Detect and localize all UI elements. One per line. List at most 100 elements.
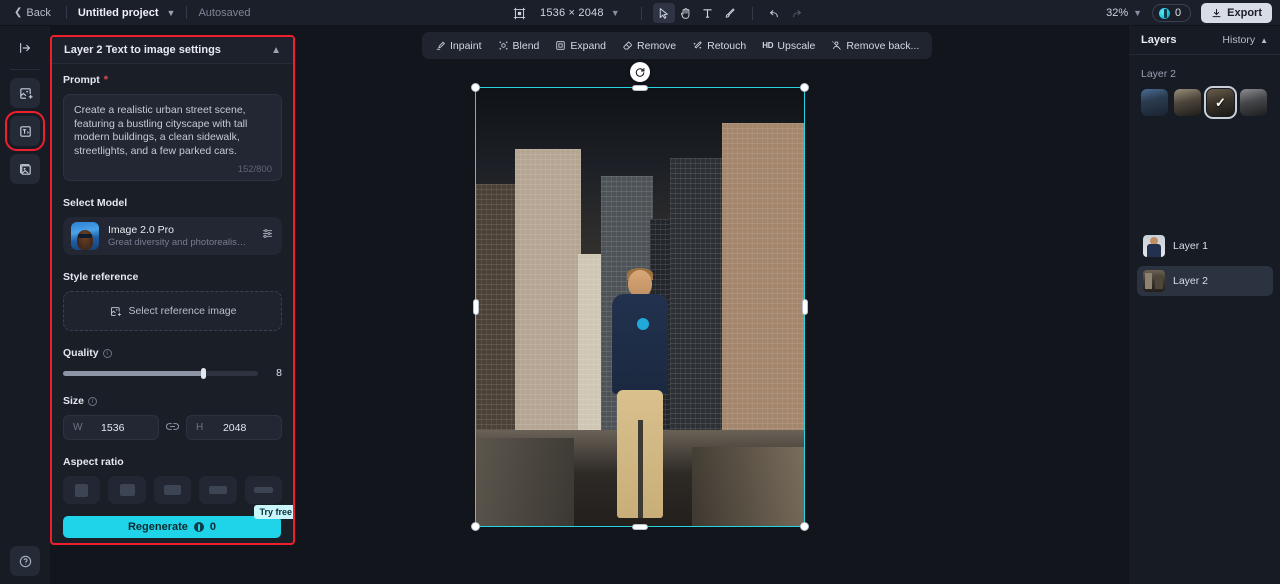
person-subject bbox=[606, 268, 674, 520]
top-bar-center: 1536 × 2048 ▼ bbox=[508, 0, 808, 26]
aspect-ratio-option-3-4[interactable] bbox=[153, 476, 192, 504]
layers-panel-header: Layers History ▲ bbox=[1129, 26, 1280, 55]
help-icon[interactable] bbox=[10, 546, 40, 576]
quality-value: 8 bbox=[276, 367, 282, 379]
aspect-ratio-option-16-9[interactable] bbox=[244, 476, 283, 504]
layer-thumbnail bbox=[1143, 270, 1165, 292]
regenerate-button[interactable]: Regenerate 0 bbox=[63, 516, 281, 538]
remove-background-button[interactable]: Remove back... bbox=[824, 36, 926, 56]
quality-slider[interactable] bbox=[63, 367, 258, 379]
redo-icon[interactable] bbox=[786, 3, 808, 23]
credits-badge[interactable]: 0 bbox=[1152, 4, 1192, 22]
retouch-label: Retouch bbox=[707, 39, 747, 52]
chevron-down-icon: ▼ bbox=[1133, 8, 1143, 18]
prompt-text: Create a realistic urban street scene, f… bbox=[74, 104, 248, 157]
blend-label: Blend bbox=[512, 39, 540, 52]
resize-handle-top-right[interactable] bbox=[800, 83, 809, 92]
blend-button[interactable]: Blend bbox=[491, 36, 547, 56]
image-upload-tool[interactable] bbox=[10, 78, 40, 108]
remove-label: Remove bbox=[637, 39, 677, 52]
image-to-image-tool[interactable] bbox=[10, 154, 40, 184]
back-label: Back bbox=[26, 6, 51, 19]
retouch-button[interactable]: Retouch bbox=[685, 36, 753, 56]
chevron-up-icon[interactable]: ▲ bbox=[271, 45, 281, 56]
export-label: Export bbox=[1227, 7, 1262, 19]
person-torso bbox=[612, 294, 668, 394]
info-icon[interactable]: i bbox=[88, 396, 98, 406]
resize-handle-top[interactable] bbox=[632, 84, 648, 91]
divider bbox=[751, 6, 753, 20]
inpaint-label: Inpaint bbox=[450, 39, 482, 52]
history-thumb-1[interactable] bbox=[1141, 89, 1168, 116]
export-button[interactable]: Export bbox=[1201, 3, 1272, 23]
layers-panel-title: Layers bbox=[1141, 34, 1177, 46]
settings-panel-body: Prompt * Create a realistic urban street… bbox=[52, 64, 293, 543]
model-description: Great diversity and photorealism. Of... bbox=[108, 237, 252, 248]
height-input[interactable]: H 2048 bbox=[186, 415, 282, 440]
resize-handle-bottom-left[interactable] bbox=[471, 522, 480, 531]
magic-wand-icon bbox=[693, 41, 702, 49]
project-name[interactable]: Untitled project bbox=[78, 7, 159, 19]
quality-slider-row: 8 bbox=[63, 367, 282, 379]
history-thumb-4[interactable] bbox=[1240, 89, 1267, 116]
style-reference-label: Style reference bbox=[63, 271, 139, 283]
height-value: 2048 bbox=[222, 421, 247, 434]
left-tool-rail bbox=[0, 26, 50, 584]
hand-tool[interactable] bbox=[675, 3, 697, 23]
divider bbox=[640, 6, 642, 20]
back-button[interactable]: ❮ Back bbox=[10, 5, 55, 21]
layer-row-1[interactable]: Layer 1 bbox=[1137, 231, 1273, 261]
undo-icon[interactable] bbox=[764, 3, 786, 23]
model-meta: Image 2.0 Pro Great diversity and photor… bbox=[108, 224, 252, 248]
selection-frame[interactable] bbox=[471, 62, 809, 531]
prompt-input[interactable]: Create a realistic urban street scene, f… bbox=[63, 94, 282, 181]
model-selector[interactable]: Image 2.0 Pro Great diversity and photor… bbox=[63, 217, 282, 255]
prompt-label: Prompt bbox=[63, 74, 100, 86]
prompt-char-counter: 152/800 bbox=[237, 164, 272, 175]
aspect-ratio-shape bbox=[75, 483, 89, 497]
inpaint-button[interactable]: Inpaint bbox=[428, 36, 489, 56]
sliders-icon[interactable] bbox=[261, 227, 274, 245]
artboard-image[interactable] bbox=[476, 88, 804, 526]
chevron-down-icon[interactable]: ▼ bbox=[167, 8, 176, 18]
history-toggle[interactable]: History ▲ bbox=[1222, 34, 1268, 46]
resize-handle-top-left[interactable] bbox=[471, 83, 480, 92]
resize-handle-left[interactable] bbox=[472, 299, 479, 315]
text-to-image-tool[interactable] bbox=[5, 111, 45, 151]
info-icon[interactable]: i bbox=[102, 348, 112, 358]
upscale-button[interactable]: HD Upscale bbox=[755, 36, 822, 56]
link-icon[interactable] bbox=[165, 419, 180, 437]
history-thumb-2[interactable] bbox=[1174, 89, 1201, 116]
zoom-control[interactable]: 32% ▼ bbox=[1106, 7, 1142, 19]
canvas-area[interactable]: Inpaint Blend Expand Remove Retouch HD U… bbox=[295, 26, 1128, 584]
quality-slider-knob[interactable] bbox=[200, 367, 206, 379]
select-tool[interactable] bbox=[652, 3, 675, 23]
select-model-label: Select Model bbox=[63, 197, 128, 209]
text-tool[interactable] bbox=[697, 3, 719, 23]
history-thumb-3[interactable]: ✓ bbox=[1204, 86, 1237, 119]
resize-handle-right[interactable] bbox=[801, 299, 808, 315]
chevron-up-icon: ▲ bbox=[1260, 35, 1268, 45]
panel-collapse-icon[interactable] bbox=[10, 34, 40, 62]
chevron-down-icon[interactable]: ▼ bbox=[611, 8, 620, 18]
aspect-ratio-option-4-5[interactable] bbox=[108, 476, 146, 504]
quality-label: Quality bbox=[63, 347, 99, 359]
brush-tool[interactable] bbox=[719, 3, 741, 23]
history-label: History bbox=[1222, 34, 1256, 46]
aspect-ratio-option-3-2[interactable] bbox=[199, 476, 237, 504]
download-icon bbox=[1212, 8, 1221, 17]
aspect-ratio-shape bbox=[119, 484, 135, 496]
width-value: 1536 bbox=[101, 421, 125, 434]
select-reference-image-button[interactable]: Select reference image bbox=[63, 291, 282, 331]
height-key: H bbox=[196, 422, 204, 433]
layer-row-2[interactable]: Layer 2 bbox=[1137, 266, 1273, 296]
aspect-ratio-option-1-1[interactable] bbox=[63, 476, 101, 504]
canvas-frame-icon[interactable] bbox=[508, 3, 530, 23]
resize-handle-bottom-right[interactable] bbox=[800, 522, 809, 531]
size-inputs: W 1536 H 2048 bbox=[63, 415, 282, 440]
remove-button[interactable]: Remove bbox=[615, 36, 683, 56]
resize-handle-bottom[interactable] bbox=[632, 523, 648, 530]
width-input[interactable]: W 1536 bbox=[63, 415, 159, 440]
expand-button[interactable]: Expand bbox=[548, 36, 613, 56]
rotate-handle-icon[interactable] bbox=[630, 62, 650, 82]
